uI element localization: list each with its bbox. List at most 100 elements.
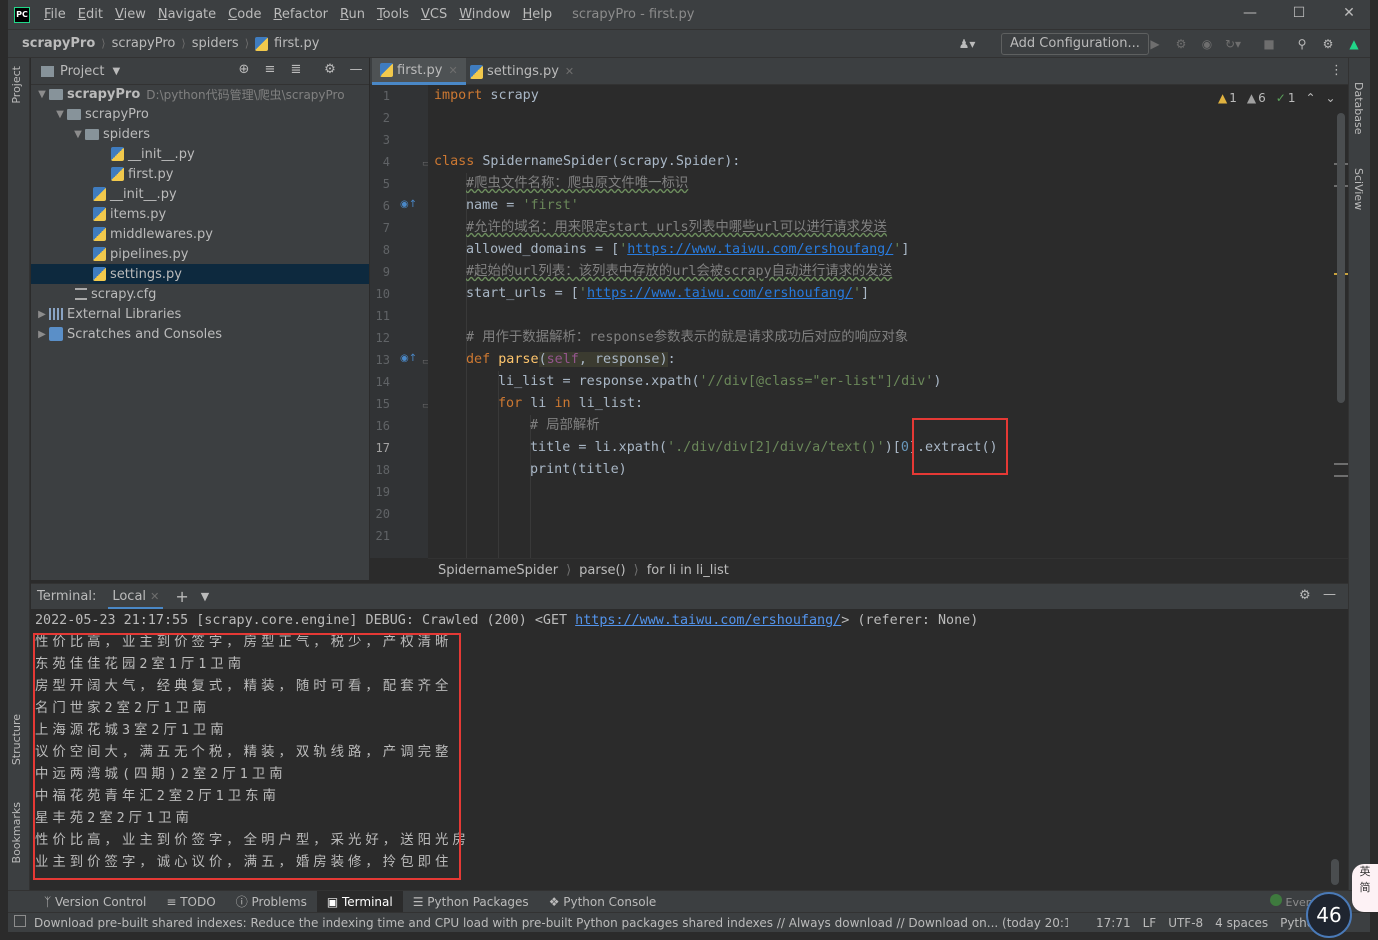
scrollbar-thumb[interactable]	[1337, 113, 1345, 403]
hide-panel-icon[interactable]: —	[347, 62, 365, 80]
menu-refactor[interactable]: Refactor	[267, 7, 334, 22]
code-line-16: # 局部解析	[530, 415, 600, 437]
close-tab-icon[interactable]: ✕	[150, 590, 159, 603]
bookmarks-side-tab[interactable]: Bookmarks	[10, 802, 23, 863]
profile-icon[interactable]: ↻▾	[1224, 35, 1242, 53]
chevron-down-icon[interactable]: ▼	[53, 109, 67, 120]
locate-icon[interactable]: ⊕	[235, 62, 253, 80]
tab-python-console[interactable]: ❖ Python Console	[539, 891, 667, 913]
chevron-down-icon[interactable]: ▼	[112, 66, 120, 77]
search-icon[interactable]: ⚲	[1293, 35, 1311, 53]
breadcrumb-loop[interactable]: for li in li_list	[647, 563, 729, 578]
sciview-side-tab[interactable]: SciView	[1352, 168, 1365, 210]
menu-file[interactable]: File	[38, 7, 72, 22]
tab-first-py[interactable]: first.py ✕	[372, 58, 466, 85]
project-view-dropdown[interactable]: Project	[60, 64, 104, 79]
add-configuration-button[interactable]: Add Configuration...	[1001, 33, 1149, 55]
tree-item-settings[interactable]: settings.py	[31, 264, 369, 284]
code-editor[interactable]: import scrapy class SpidernameSpider(scr…	[428, 85, 1348, 558]
menu-tools[interactable]: Tools	[371, 7, 415, 22]
tab-terminal[interactable]: ▣ Terminal	[316, 890, 403, 913]
terminal-settings-icon[interactable]: ⚙	[1299, 588, 1311, 603]
menu-navigate[interactable]: Navigate	[152, 7, 222, 22]
chevron-down-icon[interactable]: ▼	[201, 590, 209, 603]
user-icon[interactable]: ♟▾	[958, 35, 976, 53]
close-icon[interactable]: ✕	[1339, 5, 1359, 23]
ime-indicator[interactable]: 英简	[1352, 864, 1378, 912]
close-tab-icon[interactable]: ✕	[565, 65, 574, 78]
menu-vcs[interactable]: VCS	[415, 7, 453, 22]
chevron-down-icon[interactable]: ▼	[71, 129, 85, 140]
crumb-package[interactable]: scrapyPro	[110, 36, 178, 51]
tree-item-middlewares[interactable]: middlewares.py	[31, 224, 369, 244]
tab-python-packages[interactable]: ☰ Python Packages	[403, 891, 539, 913]
more-tabs-icon[interactable]: ⋮	[1330, 63, 1343, 78]
window-toggle-icon[interactable]	[14, 915, 26, 927]
minimize-icon[interactable]: —	[1240, 5, 1260, 23]
expand-all-icon[interactable]: ≡	[261, 62, 279, 80]
terminal-tab-local[interactable]: Local ✕	[108, 584, 164, 610]
tree-item-spiders[interactable]: ▼ spiders	[31, 124, 369, 144]
line-separator[interactable]: LF	[1137, 916, 1163, 930]
override-marker-icon[interactable]: ◉↑	[400, 199, 417, 210]
menu-help[interactable]: Help	[517, 7, 559, 22]
menu-code[interactable]: Code	[222, 7, 267, 22]
maximize-icon[interactable]: ☐	[1289, 5, 1309, 23]
close-tab-icon[interactable]: ✕	[448, 64, 457, 77]
panel-settings-icon[interactable]: ⚙	[321, 62, 339, 80]
chevron-up-icon[interactable]: ⌃	[1305, 91, 1315, 105]
tree-item-items[interactable]: items.py	[31, 204, 369, 224]
chevron-right-icon[interactable]: ▶	[35, 329, 49, 340]
tree-item-scrapypro-pkg[interactable]: ▼ scrapyPro	[31, 104, 369, 124]
chevron-right-icon[interactable]: ▶	[35, 309, 49, 320]
url-link[interactable]: https://www.taiwu.com/ershoufang/	[587, 286, 853, 301]
plugin-icon[interactable]: ▲	[1345, 35, 1363, 53]
crumb-spiders[interactable]: spiders	[190, 36, 241, 51]
menu-view[interactable]: View	[109, 7, 152, 22]
crumb-project[interactable]: scrapyPro	[20, 36, 97, 51]
breadcrumb-class[interactable]: SpidernameSpider	[438, 563, 558, 578]
breadcrumb-function[interactable]: parse()	[579, 563, 625, 578]
terminal-output[interactable]: 2022-05-23 21:17:55 [scrapy.core.engine]…	[31, 609, 1348, 889]
menu-edit[interactable]: Edit	[72, 7, 109, 22]
tree-item-scrapy-cfg[interactable]: scrapy.cfg	[31, 284, 369, 304]
menu-bar: PC File Edit View Navigate Code Refactor…	[8, 0, 1370, 29]
inspection-widget[interactable]: ▲ 1 ▲ 6 ✓ 1 ⌃ ⌄	[1218, 91, 1336, 105]
override-marker-icon[interactable]: ◉↑	[400, 353, 417, 364]
database-side-tab[interactable]: Database	[1352, 82, 1365, 135]
url-link[interactable]: https://www.taiwu.com/ershoufang/	[627, 242, 893, 257]
menu-run[interactable]: Run	[334, 7, 371, 22]
crumb-file[interactable]: first.py	[272, 36, 321, 51]
tab-todo[interactable]: ≡ TODO	[156, 891, 225, 913]
speed-badge[interactable]: 46	[1306, 892, 1352, 938]
menu-window[interactable]: Window	[453, 7, 516, 22]
tree-item-external-libraries[interactable]: ▶ External Libraries	[31, 304, 369, 324]
add-terminal-icon[interactable]: +	[175, 587, 188, 606]
structure-side-tab[interactable]: Structure	[10, 714, 23, 765]
tree-item-pkg-init[interactable]: __init__.py	[31, 184, 369, 204]
tree-item-pipelines[interactable]: pipelines.py	[31, 244, 369, 264]
tree-item-scratches[interactable]: ▶ Scratches and Consoles	[31, 324, 369, 344]
stop-icon[interactable]: ■	[1260, 35, 1278, 53]
indent-setting[interactable]: 4 spaces	[1209, 916, 1274, 930]
tab-version-control[interactable]: ᛉ Version Control	[34, 891, 156, 913]
status-message[interactable]: Download pre-built shared indexes: Reduc…	[8, 916, 1068, 930]
chevron-down-icon[interactable]: ▼	[35, 89, 49, 100]
tree-item-scrapypro-root[interactable]: ▼ scrapyPro D:\python代码管理\爬虫\scrapyPro	[31, 84, 369, 104]
editor-scrollbar[interactable]	[1334, 85, 1348, 558]
tree-item-first[interactable]: first.py	[31, 164, 369, 184]
project-side-tab[interactable]: Project	[10, 66, 23, 104]
file-encoding[interactable]: UTF-8	[1162, 916, 1209, 930]
tab-problems[interactable]: ⓘ Problems	[226, 891, 317, 913]
collapse-all-icon[interactable]: ≣	[287, 62, 305, 80]
debug-icon[interactable]: ⚙	[1172, 35, 1190, 53]
caret-position[interactable]: 17:71	[1090, 916, 1137, 930]
settings-gear-icon[interactable]: ⚙	[1319, 35, 1337, 53]
tab-settings-py[interactable]: settings.py ✕	[462, 58, 582, 85]
log-url-link[interactable]: https://www.taiwu.com/ershoufang/	[575, 613, 841, 628]
run-icon[interactable]: ▶	[1146, 35, 1164, 53]
terminal-scrollbar-thumb[interactable]	[1331, 859, 1339, 885]
coverage-icon[interactable]: ◉	[1198, 35, 1216, 53]
tree-item-spiders-init[interactable]: __init__.py	[31, 144, 369, 164]
hide-terminal-icon[interactable]: —	[1323, 587, 1336, 602]
